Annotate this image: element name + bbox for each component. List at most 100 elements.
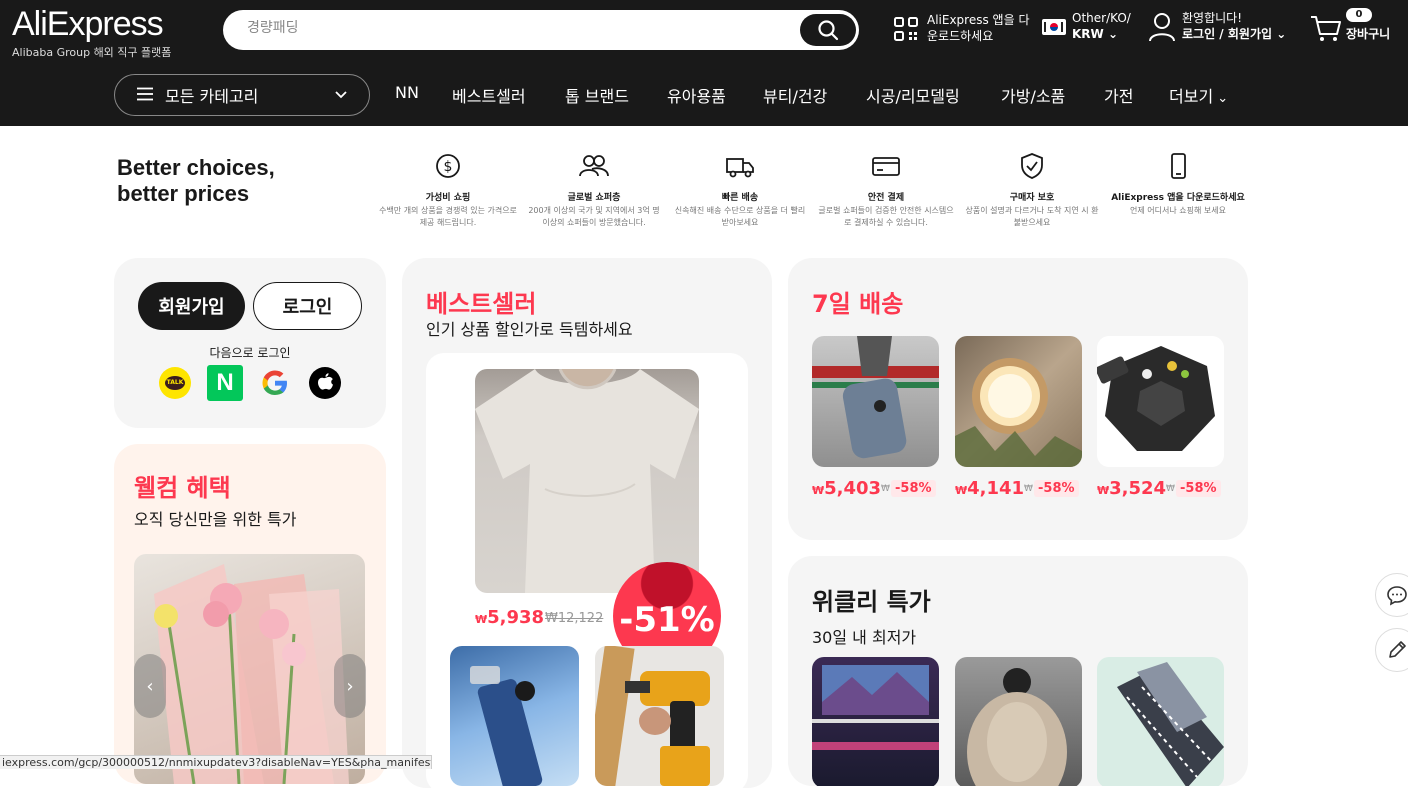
more-label: 더보기 [1169,87,1214,106]
keyboard-image-icon [1117,662,1224,786]
tv-image-icon [812,665,939,750]
credit-card-icon [872,157,900,176]
welcome-subtitle: 오직 당신만을 위한 특가 [134,510,297,529]
apple-login-button[interactable] [309,367,341,399]
nav-link-bestseller[interactable]: 베스트셀러 [452,83,526,107]
logo-text: AliExpress [12,5,164,43]
user-icon [1149,13,1175,42]
banner-title-line1: Better choices, [117,155,275,180]
night-light-product-image[interactable] [955,336,1082,467]
apple-icon [318,373,333,390]
carousel-prev-button[interactable]: ‹ [134,654,166,718]
search-bar [223,10,859,50]
chevron-down-icon: ⌄ [1213,91,1229,106]
feature-desc: 200개 이상의 국가 및 지역에서 3억 명 이상의 쇼퍼들이 방문했습니다. [528,206,660,227]
login-button[interactable]: 로그인 [253,282,362,330]
nav-link-nn[interactable]: NN [395,83,419,102]
google-icon [262,370,287,395]
users-icon [579,155,609,177]
search-input[interactable] [247,20,787,36]
menu-icon [137,86,153,105]
discount-item-2: -58% [1034,480,1079,497]
svg-text:$: $ [444,159,453,175]
bestseller-price: ₩5,938 [475,607,544,628]
feature-delivery: 빠른 배송 신속해진 배송 수단으로 상품을 더 빨리 받아보세요 [670,152,810,229]
aliexpress-logo[interactable]: AliExpress Alibaba Group 해외 직구 플랫폼 [12,4,171,60]
browser-status-url: iexpress.com/gcp/300000512/nnmixupdatev3… [0,755,432,769]
nav-link-appliances[interactable]: 가전 [1104,83,1133,107]
naver-login-button[interactable]: N [207,365,243,401]
nav-link-bags[interactable]: 가방/소품 [1001,83,1065,107]
tshirt-image-icon [475,369,699,593]
powerbank-product-image[interactable] [450,646,579,786]
price-value: 5,403 [824,478,882,499]
nav-link-beauty[interactable]: 뷰티/건강 [763,83,827,107]
feedback-button[interactable] [1375,628,1408,672]
korea-flag-icon [1042,19,1066,35]
nav-link-baby[interactable]: 유아용품 [667,83,726,107]
bestseller-subtitle: 인기 상품 할인가로 득템하세요 [426,320,633,339]
nav-link-top-brand[interactable]: 톱 브랜드 [565,83,629,107]
logo-subtitle: Alibaba Group 해외 직구 플랫폼 [12,46,172,59]
chat-button[interactable] [1375,573,1408,617]
currency: KRW ⌄ [1072,26,1118,42]
feature-title: AliExpress 앱을 다운로드하세요 [1111,193,1245,203]
seven-day-card: 7일 배송 ₩5,403 ₩ -58% ₩4,141 ₩ -58% ₩3,524… [788,258,1248,540]
signup-button[interactable]: 회원가입 [138,282,245,330]
carousel-next-button[interactable]: › [334,654,366,718]
currency-label: KRW [1072,27,1104,41]
weekly-title[interactable]: 위클리 특가 [812,582,931,617]
original-price: ₩12,122 [545,611,604,626]
tv-product-image[interactable] [812,657,939,786]
google-login-button[interactable] [259,367,291,399]
sling-bag-product-image[interactable] [812,336,939,467]
cart-button[interactable]: 0 장바구니 [1310,8,1400,44]
pill-box-product-image[interactable] [1097,336,1224,467]
nav-link-more[interactable]: 더보기 ⌄ [1169,83,1228,107]
kakao-login-button[interactable]: TALK [159,367,191,399]
region-selector[interactable]: Other/KO/ KRW ⌄ [1042,10,1137,42]
chat-bubble-icon [1387,586,1407,606]
region-language: Other/KO/ [1072,11,1131,25]
cart-icon [1311,16,1341,41]
all-categories-label: 모든 카테고리 [165,87,259,106]
welcome-text: 환영합니다! [1182,11,1243,25]
more-price-icon: ₩ [1166,484,1175,494]
night-light-image-icon [955,358,1082,467]
flower-bouquet-icon [154,564,349,784]
login-card: 회원가입 로그인 다음으로 로그인 [114,258,386,428]
feature-global: 글로벌 쇼퍼층 200개 이상의 국가 및 지역에서 3억 명 이상의 쇼퍼들이… [524,152,664,229]
app-download-link[interactable]: AliExpress 앱을 다 운로드하세요 [893,13,1033,46]
cart-label: 장바구니 [1346,27,1391,41]
price-item-3: ₩3,524 [1097,478,1166,499]
seven-day-title[interactable]: 7일 배송 [812,284,903,319]
keyboard-product-image[interactable] [1097,657,1224,786]
account-menu[interactable]: 환영합니다! 로그인 / 회원가입 ⌄ [1148,10,1298,42]
truck-icon [726,158,754,178]
feature-title: 글로벌 쇼퍼층 [567,193,621,203]
all-categories-button[interactable]: 모든 카테고리 [114,74,370,116]
chevron-down-icon: ⌄ [1107,27,1119,41]
chevron-left-icon: ‹ [146,675,154,697]
dollar-coin-icon: $ [436,154,460,178]
feature-app[interactable]: AliExpress 앱을 다운로드하세요 언제 어디서나 쇼핑해 보세요 [1108,152,1248,217]
fur-coat-image-icon [967,668,1067,786]
feature-title: 구매자 보호 [1009,193,1055,203]
bestseller-title[interactable]: 베스트셀러 [426,284,536,319]
drill-product-image[interactable] [595,646,724,786]
banner-title-line2: better prices [117,181,250,206]
nav-link-remodeling[interactable]: 시공/리모델링 [866,83,960,107]
welcome-card[interactable]: 웰컴 혜택 오직 당신만을 위한 특가 ‹ › [114,444,386,784]
welcome-product-image[interactable] [134,554,365,784]
naver-icon: N [216,369,234,396]
bestseller-card: 베스트셀러 인기 상품 할인가로 득템하세요 ₩5,938 ₩12,122 -5… [402,258,772,788]
powerbank-image-icon [470,666,543,786]
login-signup-link[interactable]: 로그인 / 회원가입 ⌄ [1182,26,1286,42]
feature-protection: 구매자 보호 상품이 설명과 다르거나 도착 지연 시 환불받으세요 [962,152,1102,229]
welcome-title: 웰컴 혜택 [134,474,231,502]
search-button[interactable] [800,14,856,46]
price-value: 3,524 [1109,478,1167,499]
header: AliExpress Alibaba Group 해외 직구 플랫폼 AliEx… [0,0,1408,126]
fur-coat-product-image[interactable] [955,657,1082,786]
tshirt-product-image[interactable] [475,369,699,593]
